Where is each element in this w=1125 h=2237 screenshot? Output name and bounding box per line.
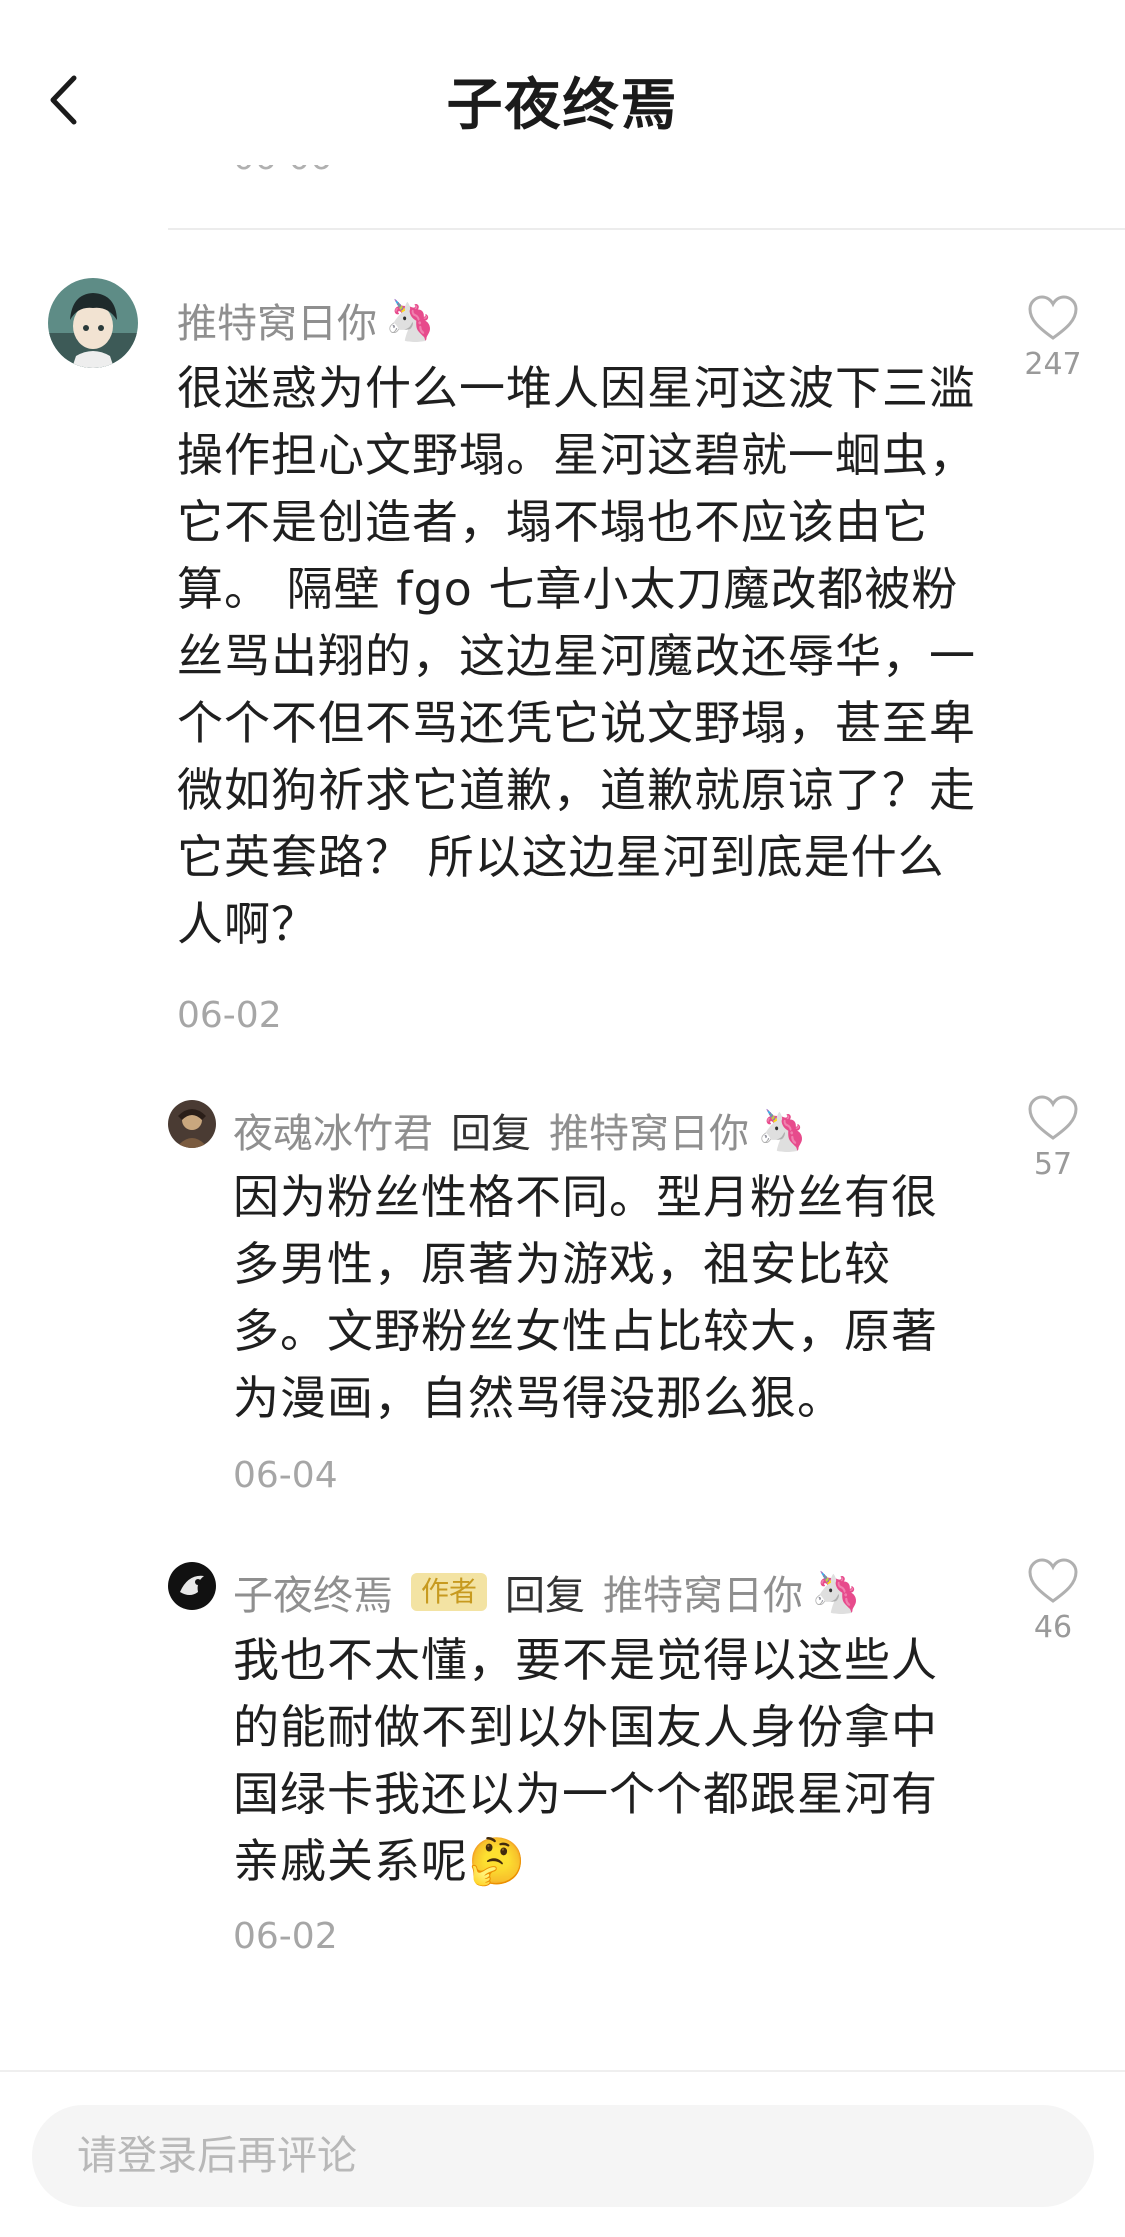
comment-text: 很迷惑为什么一堆人因星河这波下三滥操作担心文野塌。星河这碧就一蛔虫，它不是创造者… — [177, 361, 976, 951]
comment-header: 推特窝日你 🦄 — [177, 291, 435, 349]
like-button[interactable]: 46 — [1008, 1558, 1098, 1645]
comment-text: 因为粉丝性格不同。型月粉丝有很多男性，原著为游戏，祖安比较多。文野粉丝女性占比较… — [233, 1170, 938, 1425]
reply-label: 回复 — [505, 1573, 586, 1619]
comment-header: 子夜终焉 作者 回复 推特窝日你 🦄 — [233, 1563, 861, 1621]
like-count: 247 — [1024, 347, 1082, 382]
comment-date: 06-02 — [177, 995, 282, 1036]
comment-thread-page: 06-06 子夜终焉 推特窝日你 🦄 很迷惑为什么一堆人因星河 — [0, 0, 1125, 2237]
username[interactable]: 夜魂冰竹君 — [233, 1101, 433, 1159]
divider — [0, 2070, 1125, 2072]
reply-target-username[interactable]: 推特窝日你 — [549, 1101, 749, 1159]
like-button[interactable]: 247 — [1008, 295, 1098, 382]
username[interactable]: 推特窝日你 — [177, 291, 377, 349]
comment-text: 我也不太懂，要不是觉得以这些人的能耐做不到以外国友人身份拿中国绿卡我还以为一个个… — [233, 1633, 938, 1888]
top-bar: 子夜终焉 — [0, 0, 1125, 165]
unicorn-icon: 🦄 — [811, 1569, 861, 1616]
heart-outline-icon — [1028, 1558, 1078, 1603]
unicorn-icon: 🦄 — [385, 297, 435, 344]
avatar[interactable] — [168, 1562, 216, 1610]
comment-header: 夜魂冰竹君 回复 推特窝日你 🦄 — [233, 1101, 807, 1159]
divider — [168, 228, 1125, 230]
reply-label: 回复 — [451, 1111, 531, 1157]
unicorn-icon: 🦄 — [757, 1107, 807, 1154]
like-count: 46 — [1033, 1610, 1073, 1645]
page-title: 子夜终焉 — [446, 73, 679, 138]
heart-outline-icon — [1028, 1095, 1078, 1140]
comment-date: 06-04 — [233, 1455, 338, 1496]
avatar[interactable] — [48, 278, 138, 368]
like-count: 57 — [1033, 1147, 1073, 1182]
avatar[interactable] — [168, 1100, 216, 1148]
reply-target-username[interactable]: 推特窝日你 — [603, 1563, 803, 1621]
username[interactable]: 子夜终焉 — [233, 1563, 393, 1621]
comment-input[interactable] — [32, 2105, 1094, 2207]
comment-date: 06-02 — [233, 1916, 338, 1957]
like-button[interactable]: 57 — [1008, 1095, 1098, 1182]
heart-outline-icon — [1028, 295, 1078, 340]
author-badge: 作者 — [411, 1573, 488, 1611]
